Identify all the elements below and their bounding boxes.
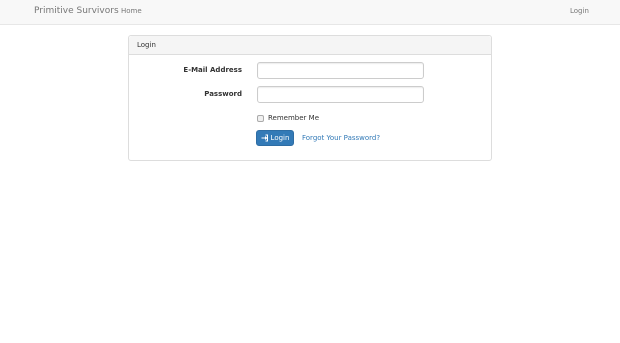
login-button[interactable]: Login <box>256 130 294 146</box>
forgot-password-link[interactable]: Forgot Your Password? <box>302 134 380 142</box>
login-button-label: Login <box>270 134 290 142</box>
login-panel: Login E-Mail Address Password Remember M… <box>128 35 492 161</box>
nav-login-link[interactable]: Login <box>570 7 589 15</box>
panel-title: Login <box>137 41 156 49</box>
email-field[interactable] <box>257 62 424 79</box>
sign-in-icon <box>261 134 269 142</box>
remember-me-checkbox[interactable] <box>257 114 264 122</box>
password-label: Password <box>204 90 242 98</box>
password-field[interactable] <box>257 86 424 103</box>
panel-heading: Login <box>129 36 491 55</box>
remember-me-row: Remember Me <box>257 113 319 123</box>
brand-link[interactable]: Primitive Survivors <box>34 6 119 16</box>
remember-me-label[interactable]: Remember Me <box>268 114 319 122</box>
nav-home-link[interactable]: Home <box>121 7 142 15</box>
email-label: E-Mail Address <box>183 66 242 74</box>
top-navbar: Primitive Survivors Home Login <box>0 0 620 25</box>
